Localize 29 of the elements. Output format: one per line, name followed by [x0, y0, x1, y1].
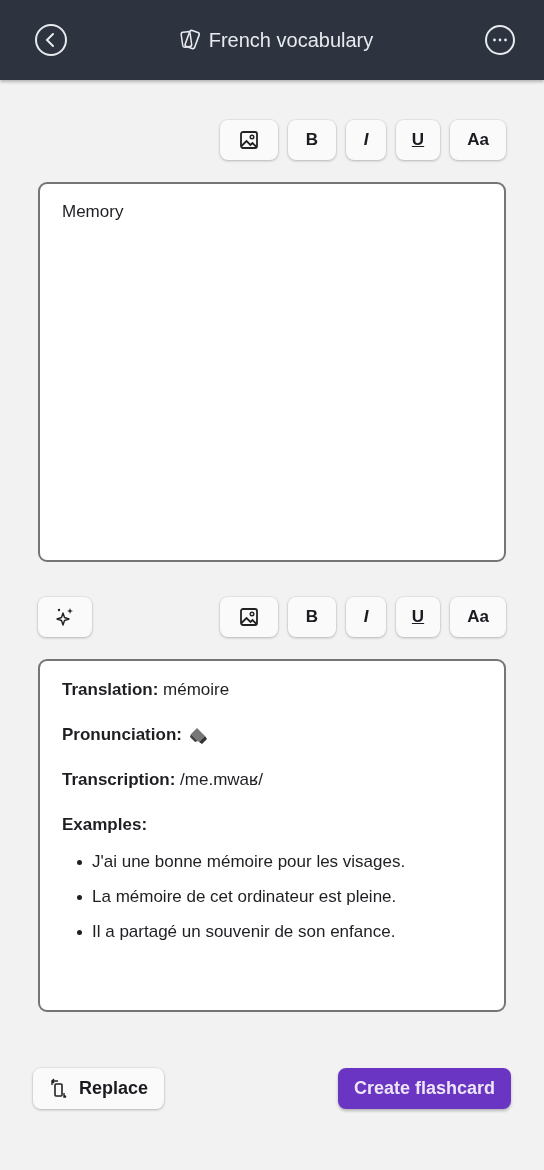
create-flashcard-button[interactable]: Create flashcard	[337, 1068, 511, 1109]
replace-icon	[49, 1077, 69, 1100]
field-text: Transcription: /me.mwaʁ/	[62, 770, 264, 790]
field-text: Translation: mémoire	[62, 680, 231, 700]
image-icon	[239, 130, 259, 150]
front-text: Memory	[62, 202, 124, 221]
insert-image-button[interactable]	[220, 597, 278, 637]
example-sentence: La mémoire de cet ordinateur est pleine.	[92, 887, 397, 907]
insert-image-button[interactable]	[220, 120, 278, 160]
image-icon	[239, 607, 259, 627]
back-button[interactable]	[34, 23, 68, 57]
more-button[interactable]	[484, 24, 516, 56]
bold-button[interactable]: B	[288, 597, 336, 637]
field-label: Pronunciation:	[62, 725, 182, 745]
deck-title: French vocabulary	[208, 28, 374, 52]
underline-button[interactable]: U	[396, 597, 440, 637]
sparkle-button[interactable]	[38, 597, 92, 637]
speaker-icon[interactable]	[187, 725, 208, 745]
font-size-button[interactable]: Aa	[450, 120, 506, 160]
cards-icon	[178, 28, 203, 52]
section-label: Examples:	[62, 815, 149, 835]
underline-button[interactable]: U	[396, 120, 440, 160]
font-size-button[interactable]: Aa	[450, 597, 506, 637]
replace-button[interactable]: Replace	[33, 1068, 165, 1109]
example-sentence: Il a partagé un souvenir de son enfance.	[92, 922, 396, 942]
bold-button[interactable]: B	[288, 120, 336, 160]
italic-button[interactable]: I	[346, 597, 386, 637]
italic-button[interactable]: I	[346, 120, 386, 160]
example-sentence: J'ai une bonne mémoire pour les visages.	[92, 852, 406, 872]
